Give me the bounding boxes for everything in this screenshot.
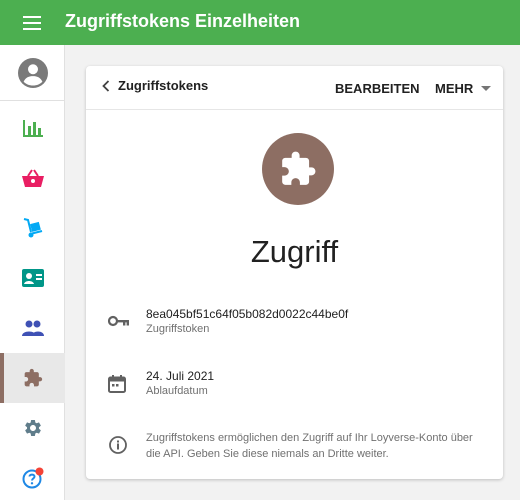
menu-button[interactable] <box>0 0 64 45</box>
puzzle-icon <box>24 368 42 387</box>
calendar-icon <box>108 375 126 393</box>
key-icon <box>108 315 129 327</box>
more-label: MEHR <box>435 81 474 96</box>
sidebar <box>0 45 65 500</box>
back-label: Zugriffstokens <box>118 78 209 93</box>
card-header: Zugriffstokens BEARBEITEN MEHR <box>86 66 503 110</box>
sidebar-item-integrations[interactable] <box>0 353 65 403</box>
gear-icon <box>24 420 41 436</box>
back-button[interactable]: Zugriffstokens <box>102 78 208 93</box>
help-circle-icon <box>22 467 43 489</box>
app-bar: Zugriffstokens Einzelheiten <box>0 0 520 45</box>
info-text: Zugriffstokens ermöglichen den Zugriff a… <box>146 432 473 460</box>
account-circle-icon <box>17 57 48 88</box>
sidebar-item-settings[interactable] <box>0 403 65 453</box>
caret-down-icon <box>481 86 492 91</box>
edit-button[interactable]: BEARBEITEN <box>335 81 420 96</box>
token-value: 8ea045bf51c64f05b082d0022c44be0f <box>146 307 349 321</box>
hamburger-menu-icon <box>23 15 41 30</box>
token-name: Zugriff <box>250 234 339 269</box>
sidebar-item-help[interactable] <box>0 453 65 500</box>
basket-icon <box>21 169 44 187</box>
chevron-left-icon <box>102 79 110 92</box>
puzzle-icon <box>282 151 316 185</box>
bar-chart-icon <box>22 120 43 137</box>
sidebar-item-account[interactable] <box>0 45 65 101</box>
expiry-value: 24. Juli 2021 <box>146 369 215 383</box>
page-title: Zugriffstokens Einzelheiten <box>65 11 301 31</box>
integration-icon-circle <box>262 133 334 205</box>
sidebar-item-customers[interactable] <box>0 253 65 303</box>
sidebar-item-employees[interactable] <box>0 303 65 353</box>
sidebar-item-items[interactable] <box>0 203 65 253</box>
token-label: Zugriffstoken <box>146 323 210 335</box>
notification-badge <box>35 467 43 476</box>
more-button[interactable]: MEHR <box>435 81 492 96</box>
token-detail-card: Zugriffstokens BEARBEITEN MEHR Zugriff 8… <box>86 66 503 479</box>
dolly-icon <box>23 218 42 238</box>
expiry-label: Ablaufdatum <box>146 385 208 397</box>
sidebar-item-sales[interactable] <box>0 153 65 203</box>
contact-card-icon <box>21 269 44 287</box>
sidebar-item-reports[interactable] <box>0 103 65 153</box>
people-icon <box>21 320 44 336</box>
info-icon <box>109 436 127 454</box>
